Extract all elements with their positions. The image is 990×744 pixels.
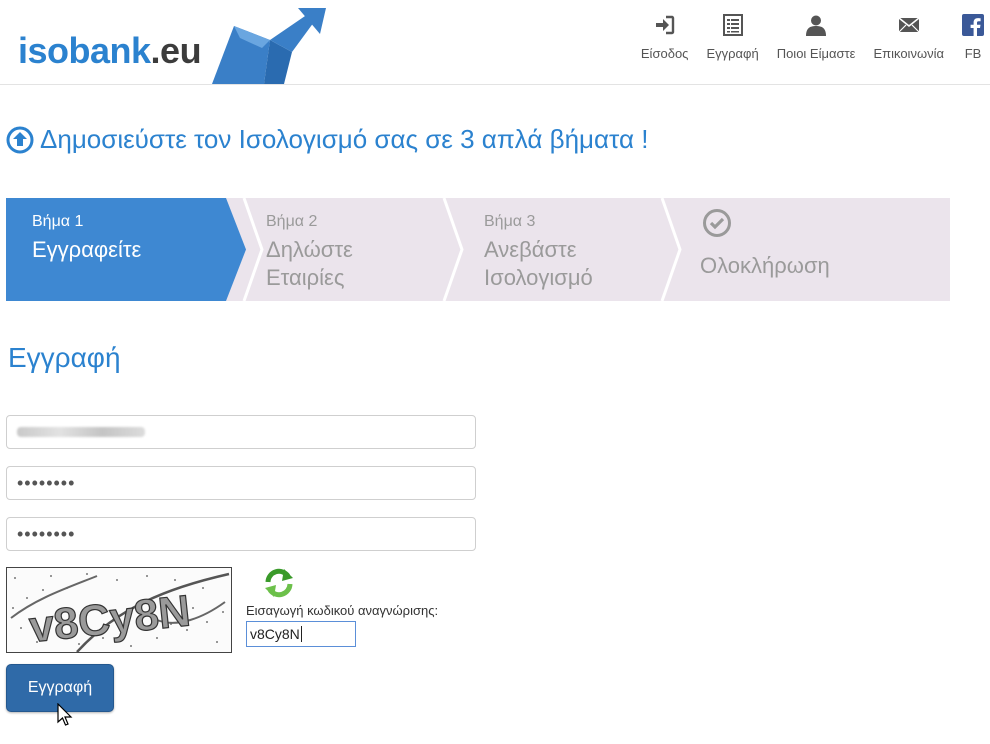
captcha-input[interactable]: v8Cy8N — [246, 621, 356, 647]
envelope-icon — [898, 17, 920, 33]
nav-label-login: Είσοδος — [640, 46, 689, 61]
nav-item-register[interactable]: Εγγραφή — [706, 14, 759, 61]
logo-suffix: .eu — [150, 30, 202, 71]
step-1: Βήμα 1 Εγγραφείτε — [6, 198, 246, 301]
nav-item-contact[interactable]: Επικοινωνία — [873, 14, 944, 61]
password-confirm-field[interactable]: •••••••• — [6, 517, 476, 551]
password-field[interactable]: •••••••• — [6, 466, 476, 500]
refresh-icon — [265, 568, 293, 598]
nav-item-about[interactable]: Ποιοι Είμαστε — [776, 14, 856, 61]
email-redacted-value — [17, 427, 145, 437]
headline-text: Δημοσιεύστε τον Ισολογισμό σας σε 3 απλά… — [40, 124, 649, 154]
site-header: isobank.eu Είσοδος Εγγραφή Ποιοι Είμαστε… — [0, 0, 990, 85]
login-icon — [655, 15, 674, 35]
step-4-title: Ολοκλήρωση — [700, 253, 830, 278]
email-field[interactable] — [6, 415, 476, 449]
nav-item-facebook[interactable]: FB — [962, 14, 984, 61]
captcha-text: v8Cy8N — [27, 586, 193, 652]
nav-label-contact: Επικοινωνία — [873, 46, 944, 61]
upload-circle-icon — [6, 126, 34, 153]
logo-arrow-icon — [212, 8, 326, 84]
captcha-input-value: v8Cy8N — [250, 626, 300, 642]
page-headline: Δημοσιεύστε τον Ισολογισμό σας σε 3 απλά… — [6, 124, 648, 155]
site-logo[interactable]: isobank.eu — [16, 8, 336, 84]
step-2: Βήμα 2 Δηλώστε Εταιρίες — [242, 198, 462, 301]
step-2-title: Δηλώστε Εταιρίες — [266, 237, 353, 290]
step-3-title: Ανεβάστε Ισολογισμό — [484, 237, 593, 290]
step-3: Βήμα 3 Ανεβάστε Ισολογισμό — [462, 198, 682, 301]
step-separator-4 — [660, 198, 682, 301]
nav-label-facebook: FB — [964, 46, 982, 61]
mouse-cursor-icon — [57, 703, 73, 726]
progress-steps: Βήμα 1 Εγγραφείτε Βήμα 2 Δηλώστε Εταιρίες… — [6, 198, 950, 301]
user-icon — [806, 15, 827, 36]
captcha-noise-graphic: v8Cy8N — [10, 572, 230, 652]
captcha-refresh-button[interactable] — [262, 566, 296, 600]
facebook-icon — [962, 14, 984, 36]
step-4: Ολοκλήρωση — [682, 198, 950, 301]
nav-label-about: Ποιοι Είμαστε — [776, 46, 856, 61]
logo-text: isobank.eu — [18, 30, 202, 72]
form-title: Εγγραφή — [8, 342, 121, 373]
nav-item-login[interactable]: Είσοδος — [640, 14, 689, 61]
step-1-title: Εγγραφείτε — [32, 237, 142, 262]
step-1-number: Βήμα 1 — [32, 213, 84, 230]
text-caret — [300, 626, 302, 642]
logo-name: isobank — [18, 30, 151, 71]
nav-label-register: Εγγραφή — [706, 46, 759, 61]
step-2-number: Βήμα 2 — [266, 213, 318, 230]
step-3-number: Βήμα 3 — [484, 213, 536, 230]
top-nav: Είσοδος Εγγραφή Ποιοι Είμαστε Επικοινωνί… — [623, 14, 984, 61]
list-icon — [722, 14, 743, 36]
captcha-label: Εισαγωγή κωδικού αναγνώρισης: — [246, 603, 439, 618]
check-circle-icon — [703, 209, 731, 237]
captcha-image: v8Cy8N — [6, 567, 232, 653]
